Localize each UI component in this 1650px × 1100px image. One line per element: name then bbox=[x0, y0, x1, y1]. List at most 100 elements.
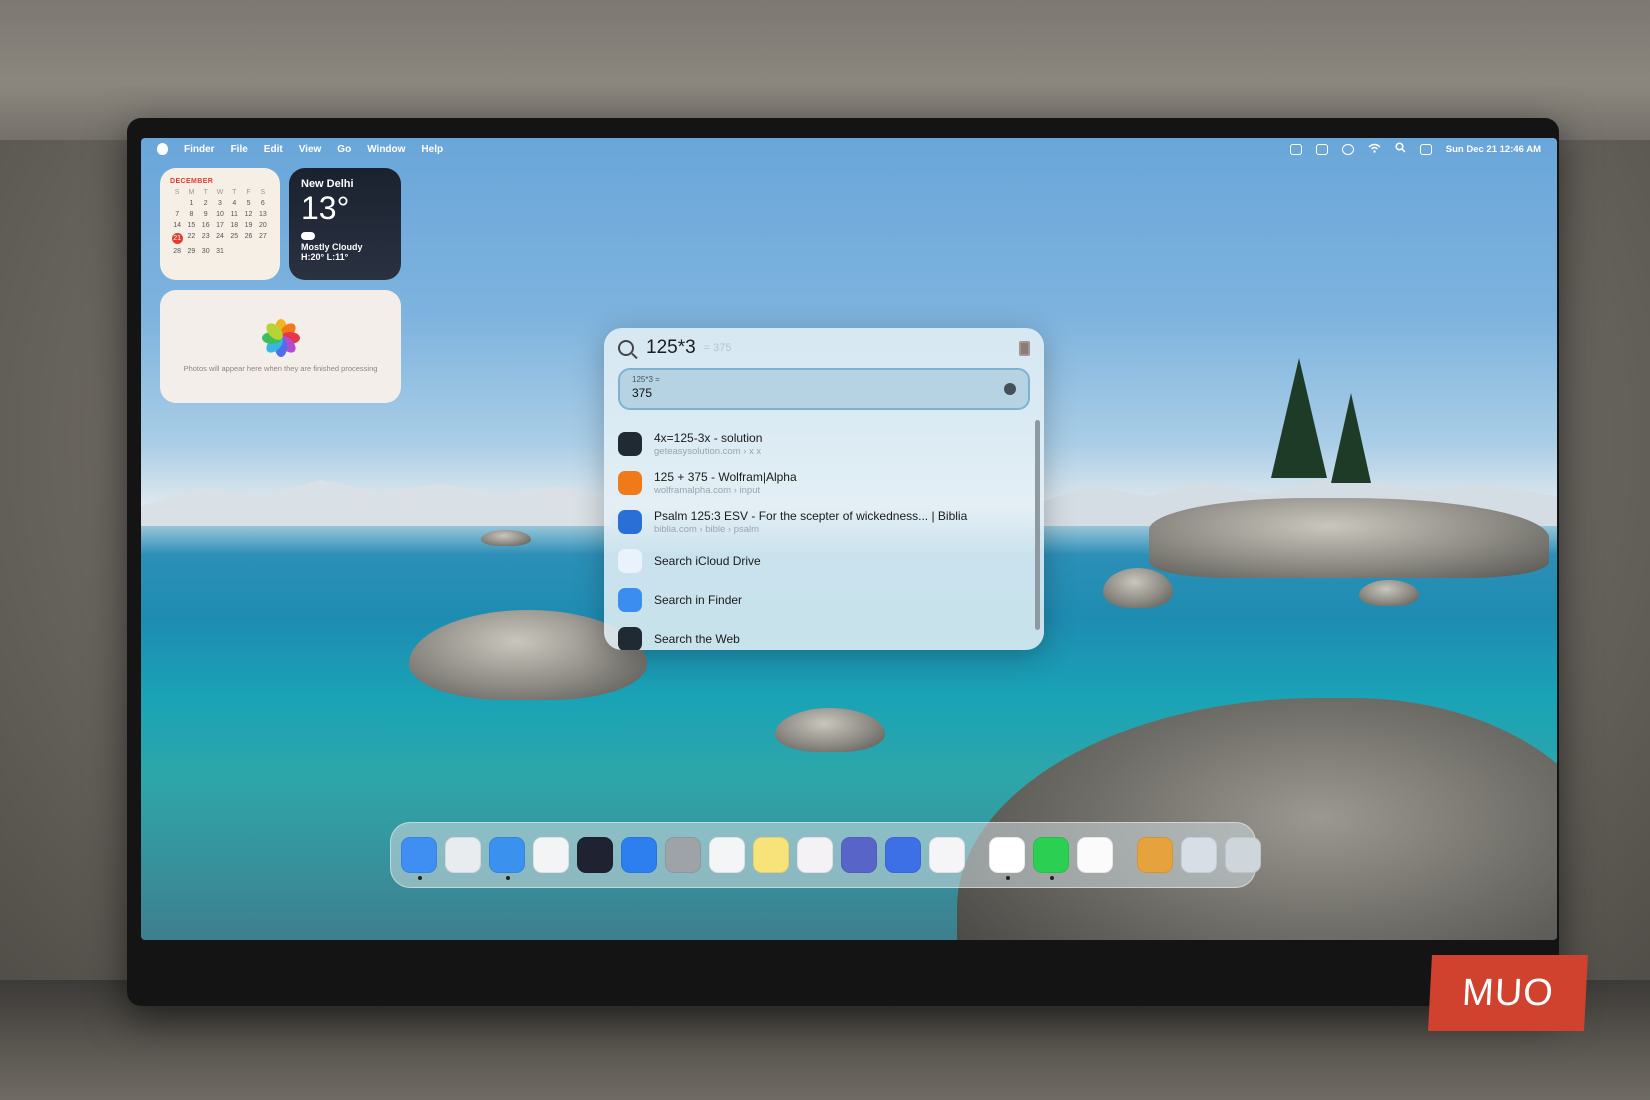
calculator-result[interactable]: 125*3 = 375 bbox=[618, 368, 1030, 410]
menu-help[interactable]: Help bbox=[421, 144, 443, 155]
asana-icon[interactable] bbox=[929, 837, 965, 873]
photos-widget[interactable]: Photos will appear here when they are fi… bbox=[160, 290, 401, 403]
calendar-day: 29 bbox=[187, 248, 196, 255]
reminders-icon[interactable] bbox=[709, 837, 745, 873]
calendar-day: 13 bbox=[258, 211, 267, 218]
search-icon bbox=[618, 340, 634, 356]
spotlight-scrollbar[interactable] bbox=[1035, 420, 1040, 630]
muo-watermark-text: MUO bbox=[1461, 971, 1555, 1014]
calendar-today: 21 bbox=[171, 233, 183, 244]
photos-widget-message: Photos will appear here when they are fi… bbox=[183, 364, 378, 373]
menu-window[interactable]: Window bbox=[367, 144, 405, 155]
copy-icon[interactable] bbox=[1004, 383, 1016, 395]
spotlight-search-bar[interactable]: 125*3 = 375 bbox=[604, 328, 1044, 368]
spotlight-search-icon[interactable] bbox=[1395, 142, 1406, 156]
calendar-day: 4 bbox=[232, 200, 237, 207]
calendar-day: 2 bbox=[203, 200, 208, 207]
control-center-icon[interactable] bbox=[1419, 143, 1432, 155]
spotlight-result-item[interactable]: Psalm 125:3 ESV - For the scepter of wic… bbox=[604, 502, 1044, 541]
screenshots-stack-icon[interactable] bbox=[1181, 837, 1217, 873]
wallpaper-foreground-rock bbox=[957, 698, 1557, 940]
app-store-icon[interactable] bbox=[621, 837, 657, 873]
running-indicator bbox=[1006, 876, 1010, 880]
photos-icon[interactable] bbox=[1077, 837, 1113, 873]
calendar-day: 31 bbox=[216, 248, 224, 255]
photos-flower-icon bbox=[261, 318, 301, 358]
wifi-icon[interactable] bbox=[1368, 143, 1381, 156]
result-title: Search the Web bbox=[654, 631, 740, 646]
spotlight-result-item[interactable]: Search the Web bbox=[604, 619, 1044, 650]
menu-app-name[interactable]: Finder bbox=[184, 144, 215, 155]
weather-condition: Mostly Cloudy bbox=[301, 242, 363, 252]
account-icon[interactable] bbox=[1341, 143, 1354, 155]
monitor-bezel: Finder File Edit View Go Window Help Sun… bbox=[127, 118, 1559, 1006]
spotlight-result-item[interactable]: Search iCloud Drive bbox=[604, 541, 1044, 580]
calendar-day: 8 bbox=[189, 211, 194, 218]
calendar-day: 22 bbox=[187, 233, 196, 240]
calendar-day: 30 bbox=[201, 248, 210, 255]
wallpaper-rock bbox=[775, 708, 885, 752]
calendar-day: 3 bbox=[218, 200, 222, 207]
result-title: 125 + 375 - Wolfram|Alpha bbox=[654, 469, 797, 484]
wolframalpha-icon bbox=[618, 470, 642, 495]
calendar-day: 24 bbox=[216, 233, 224, 240]
result-expression: 125*3 = bbox=[632, 375, 660, 384]
notion-icon[interactable] bbox=[989, 837, 1025, 880]
launchpad-icon[interactable] bbox=[445, 837, 481, 873]
spotlight-results-list: 4x=125-3x - solution geteasysolution.com … bbox=[604, 424, 1044, 650]
menu-go[interactable]: Go bbox=[337, 144, 351, 155]
spotlight-query[interactable]: 125*3 bbox=[646, 337, 696, 359]
telegram-icon[interactable] bbox=[577, 837, 613, 873]
safari-icon[interactable] bbox=[489, 837, 525, 880]
calendar-day: 11 bbox=[230, 211, 238, 218]
menu-file[interactable]: File bbox=[231, 144, 248, 155]
calendar-day: 16 bbox=[201, 222, 210, 229]
calendar-month: DECEMBER bbox=[170, 178, 214, 185]
whatsapp-icon[interactable] bbox=[1033, 837, 1069, 880]
wallpaper-tree bbox=[1271, 358, 1327, 478]
apple-menu-icon[interactable] bbox=[157, 143, 168, 155]
weather-widget[interactable]: New Delhi 13° Mostly Cloudy H:20° L:11° bbox=[289, 168, 401, 280]
result-value: 375 bbox=[632, 386, 653, 400]
calendar-day: 26 bbox=[244, 233, 253, 240]
calendar-grid: S M T W T F S 1 2 3 4 5 6 7 8 9 10 11 12 13 14 15 16 17 18 19 20 21… bbox=[170, 189, 270, 255]
screen-mirroring-icon[interactable] bbox=[1315, 143, 1328, 155]
desktop-screen: Finder File Edit View Go Window Help Sun… bbox=[141, 138, 1557, 940]
chatgpt-icon bbox=[618, 626, 642, 650]
cloud-icon bbox=[301, 232, 315, 240]
calendar-widget[interactable]: DECEMBER S M T W T F S 1 2 3 4 5 6 7 8 9 10 11 12 13 14 15 16 1… bbox=[160, 168, 280, 280]
calendar-day: 9 bbox=[203, 211, 208, 218]
trash-icon[interactable] bbox=[1225, 837, 1261, 873]
downloads-stack-icon[interactable] bbox=[1137, 837, 1173, 873]
slack-icon[interactable] bbox=[797, 837, 833, 873]
menu-edit[interactable]: Edit bbox=[264, 144, 283, 155]
system-settings-icon[interactable] bbox=[665, 837, 701, 873]
icloud-icon bbox=[618, 548, 642, 573]
shortcuts-icon[interactable] bbox=[885, 837, 921, 873]
notes-icon[interactable] bbox=[753, 837, 789, 873]
calendar-day: 20 bbox=[258, 222, 267, 229]
result-subtitle: biblia.com › bible › psalm bbox=[654, 523, 760, 535]
calendar-weekday: T bbox=[203, 189, 208, 196]
menu-view[interactable]: View bbox=[299, 144, 322, 155]
menu-clock[interactable]: Sun Dec 21 12:46 AM bbox=[1446, 144, 1541, 155]
simulator-icon[interactable] bbox=[841, 837, 877, 873]
notion-icon[interactable] bbox=[1289, 143, 1302, 155]
weather-high-low: H:20° L:11° bbox=[301, 252, 349, 262]
chrome-icon[interactable] bbox=[533, 837, 569, 873]
calculator-icon bbox=[1019, 340, 1030, 356]
calendar-day: 19 bbox=[244, 222, 253, 229]
spotlight-result-item[interactable]: 125 + 375 - Wolfram|Alpha wolframalpha.co… bbox=[604, 463, 1044, 502]
spotlight-inline-hint: = 375 bbox=[703, 342, 732, 354]
finder-icon[interactable] bbox=[401, 837, 437, 880]
calendar-day: 10 bbox=[216, 211, 224, 218]
spotlight-result-item[interactable]: Search in Finder bbox=[604, 580, 1044, 619]
calendar-day: 28 bbox=[173, 248, 182, 255]
spotlight-result-item[interactable]: 4x=125-3x - solution geteasysolution.com … bbox=[604, 424, 1044, 463]
calendar-weekday: M bbox=[188, 189, 195, 196]
wallpaper-rock bbox=[481, 530, 531, 546]
calendar-day: 1 bbox=[189, 200, 194, 207]
wallpaper-tree bbox=[1331, 393, 1371, 483]
calendar-day bbox=[227, 248, 241, 255]
calendar-day: 6 bbox=[260, 200, 265, 207]
